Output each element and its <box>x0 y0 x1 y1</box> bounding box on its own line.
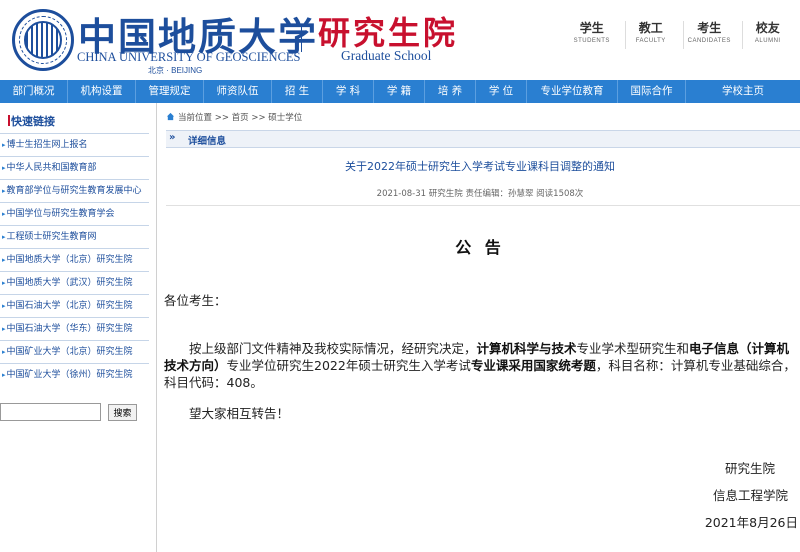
nav-item-organization[interactable]: 机构设置 <box>68 80 136 103</box>
main-nav: 部门概况 机构设置 管理规定 师资队伍 招 生 学 科 学 籍 培 养 学 位 … <box>0 80 800 103</box>
article-separator <box>166 205 800 206</box>
audience-link-alumni[interactable]: 校友 ALUMNI <box>741 21 794 49</box>
nav-item-training[interactable]: 培 养 <box>425 80 476 103</box>
university-city: 北京 · BEIJING <box>148 66 203 75</box>
quick-link-label: 中国石油大学（北京）研究生院 <box>6 301 133 311</box>
sidebar-title-marker <box>8 115 10 126</box>
nav-item-faculty[interactable]: 师资队伍 <box>204 80 272 103</box>
audience-link-label: 校友 <box>755 21 780 35</box>
sidebar: 快速链接 ▸博士生招生网上报名 ▸中华人民共和国教育部 ▸教育部学位与研究生教育… <box>0 103 149 552</box>
notice-heading: 公 告 <box>455 238 505 257</box>
quick-link-label: 中国矿业大学（徐州）研究生院 <box>6 370 133 380</box>
quick-link[interactable]: ▸中国地质大学（北京）研究生院 <box>0 248 149 271</box>
quick-link-label: 中国地质大学（北京）研究生院 <box>6 255 133 265</box>
quick-link-label: 工程硕士研究生教育网 <box>6 232 97 242</box>
arrow-icon: ▸ <box>2 210 6 218</box>
audience-link-label: 教工 <box>638 21 663 35</box>
audience-link-candidates[interactable]: 考生 CANDIDATES <box>683 21 735 49</box>
main-content: 当前位置 >> 首页 >> 硕士学位 » 详细信息 关于2022年硕士研究生入学… <box>160 103 800 552</box>
signature-graduate-school: 研究生院 <box>724 461 775 476</box>
audience-links: 学生 STUDENTS 教工 FACULTY 考生 CANDIDATES 校友 … <box>566 21 800 49</box>
article-meta: 2021-08-31 研究生院 责任编辑：孙慧翠 阅读1508次 <box>376 189 584 199</box>
salutation: 各位考生： <box>164 293 227 308</box>
notice-body: 按上级部门文件精神及我校实际情况，经研究决定，计算机科学与技术专业学术型研究生和… <box>164 340 800 391</box>
nav-item-admissions[interactable]: 招 生 <box>272 80 323 103</box>
double-chevron-icon: » <box>169 132 176 143</box>
audience-link-sublabel: CANDIDATES <box>687 38 731 44</box>
arrow-icon: ▸ <box>2 325 6 333</box>
nav-item-degrees[interactable]: 学 位 <box>476 80 527 103</box>
arrow-icon: ▸ <box>2 141 6 149</box>
quick-link[interactable]: ▸中国石油大学（北京）研究生院 <box>0 294 149 317</box>
quick-link-label: 中国地质大学（武汉）研究生院 <box>6 278 133 288</box>
arrow-icon: ▸ <box>2 164 6 172</box>
nav-item-registry[interactable]: 学 籍 <box>374 80 425 103</box>
body-emphasis: 专业课采用国家统考题 <box>470 358 596 373</box>
header-divider <box>301 26 302 52</box>
nav-item-professional-degree[interactable]: 专业学位教育 <box>527 80 618 103</box>
nav-item-international[interactable]: 国际合作 <box>618 80 686 103</box>
body-emphasis: 计算机科学与技术 <box>476 341 577 356</box>
search-input[interactable] <box>0 403 101 421</box>
university-seal-logo[interactable] <box>12 9 74 71</box>
arrow-icon: ▸ <box>2 302 6 310</box>
arrow-icon: ▸ <box>2 256 6 264</box>
university-name-en: CHINA UNIVERSITY OF GEOSCIENCES <box>77 50 301 64</box>
quick-link[interactable]: ▸中国矿业大学（北京）研究生院 <box>0 340 149 363</box>
arrow-icon: ▸ <box>2 279 6 287</box>
quick-link-label: 中国矿业大学（北京）研究生院 <box>6 347 133 357</box>
body-text: 专业学术型研究生和 <box>576 341 690 356</box>
audience-link-label: 学生 <box>579 21 604 35</box>
article-title: 关于2022年硕士研究生入学考试专业课科目调整的通知 <box>345 160 615 173</box>
nav-item-disciplines[interactable]: 学 科 <box>323 80 374 103</box>
quick-link[interactable]: ▸中国矿业大学（徐州）研究生院 <box>0 363 149 386</box>
seal-emblem <box>24 21 62 59</box>
audience-link-sublabel: ALUMNI <box>754 38 781 44</box>
quick-link-label: 博士生招生网上报名 <box>6 140 88 150</box>
arrow-icon: ▸ <box>2 348 6 356</box>
audience-link-faculty[interactable]: 教工 FACULTY <box>624 21 677 49</box>
sidebar-search: 搜索 <box>0 403 149 423</box>
breadcrumb: 当前位置 >> 首页 >> 硕士学位 <box>166 111 302 123</box>
signature-it-college: 信息工程学院 <box>712 488 788 503</box>
quick-link[interactable]: ▸中国石油大学（华东）研究生院 <box>0 317 149 340</box>
section-header: » 详细信息 <box>166 130 800 148</box>
audience-link-students[interactable]: 学生 STUDENTS <box>566 21 618 49</box>
nav-item-department-overview[interactable]: 部门概况 <box>0 80 68 103</box>
breadcrumb-text[interactable]: 当前位置 >> 首页 >> 硕士学位 <box>178 113 302 123</box>
site-header: 中国地质大学 CHINA UNIVERSITY OF GEOSCIENCES 北… <box>0 0 800 80</box>
arrow-icon: ▸ <box>2 371 6 379</box>
quick-link[interactable]: ▸中国学位与研究生教育学会 <box>0 202 149 225</box>
audience-link-sublabel: STUDENTS <box>573 38 610 44</box>
graduate-school-name-en: Graduate School <box>341 48 432 63</box>
audience-link-sublabel: FACULTY <box>635 38 666 44</box>
arrow-icon: ▸ <box>2 187 6 195</box>
quick-link-label: 中国石油大学（华东）研究生院 <box>6 324 133 334</box>
quick-link-label: 中国学位与研究生教育学会 <box>6 209 115 219</box>
quick-link-label: 中华人民共和国教育部 <box>6 163 97 173</box>
home-icon <box>166 112 175 121</box>
body-text: 专业学位研究生2022年硕士研究生入学考试 <box>226 358 471 373</box>
quick-link[interactable]: ▸教育部学位与研究生教育发展中心 <box>0 179 149 202</box>
sidebar-title: 快速链接 <box>0 103 149 133</box>
sidebar-divider <box>156 103 157 552</box>
quick-links-list: ▸博士生招生网上报名 ▸中华人民共和国教育部 ▸教育部学位与研究生教育发展中心 … <box>0 133 149 386</box>
quick-link-label: 教育部学位与研究生教育发展中心 <box>6 186 142 196</box>
quick-link[interactable]: ▸博士生招生网上报名 <box>0 133 149 156</box>
section-label: 详细信息 <box>188 136 227 147</box>
body-text: 按上级部门文件精神及我校实际情况，经研究决定， <box>189 341 477 356</box>
nav-item-university-home[interactable]: 学校主页 <box>686 80 800 103</box>
sidebar-title-text: 快速链接 <box>11 115 55 128</box>
quick-link[interactable]: ▸工程硕士研究生教育网 <box>0 225 149 248</box>
nav-item-regulations[interactable]: 管理规定 <box>136 80 204 103</box>
signature-date: 2021年8月26日 <box>704 515 798 530</box>
quick-link[interactable]: ▸中华人民共和国教育部 <box>0 156 149 179</box>
quick-link[interactable]: ▸中国地质大学（武汉）研究生院 <box>0 271 149 294</box>
closing-line: 望大家相互转告！ <box>189 406 290 421</box>
audience-link-label: 考生 <box>697 21 722 35</box>
arrow-icon: ▸ <box>2 233 6 241</box>
search-button[interactable]: 搜索 <box>108 404 137 421</box>
